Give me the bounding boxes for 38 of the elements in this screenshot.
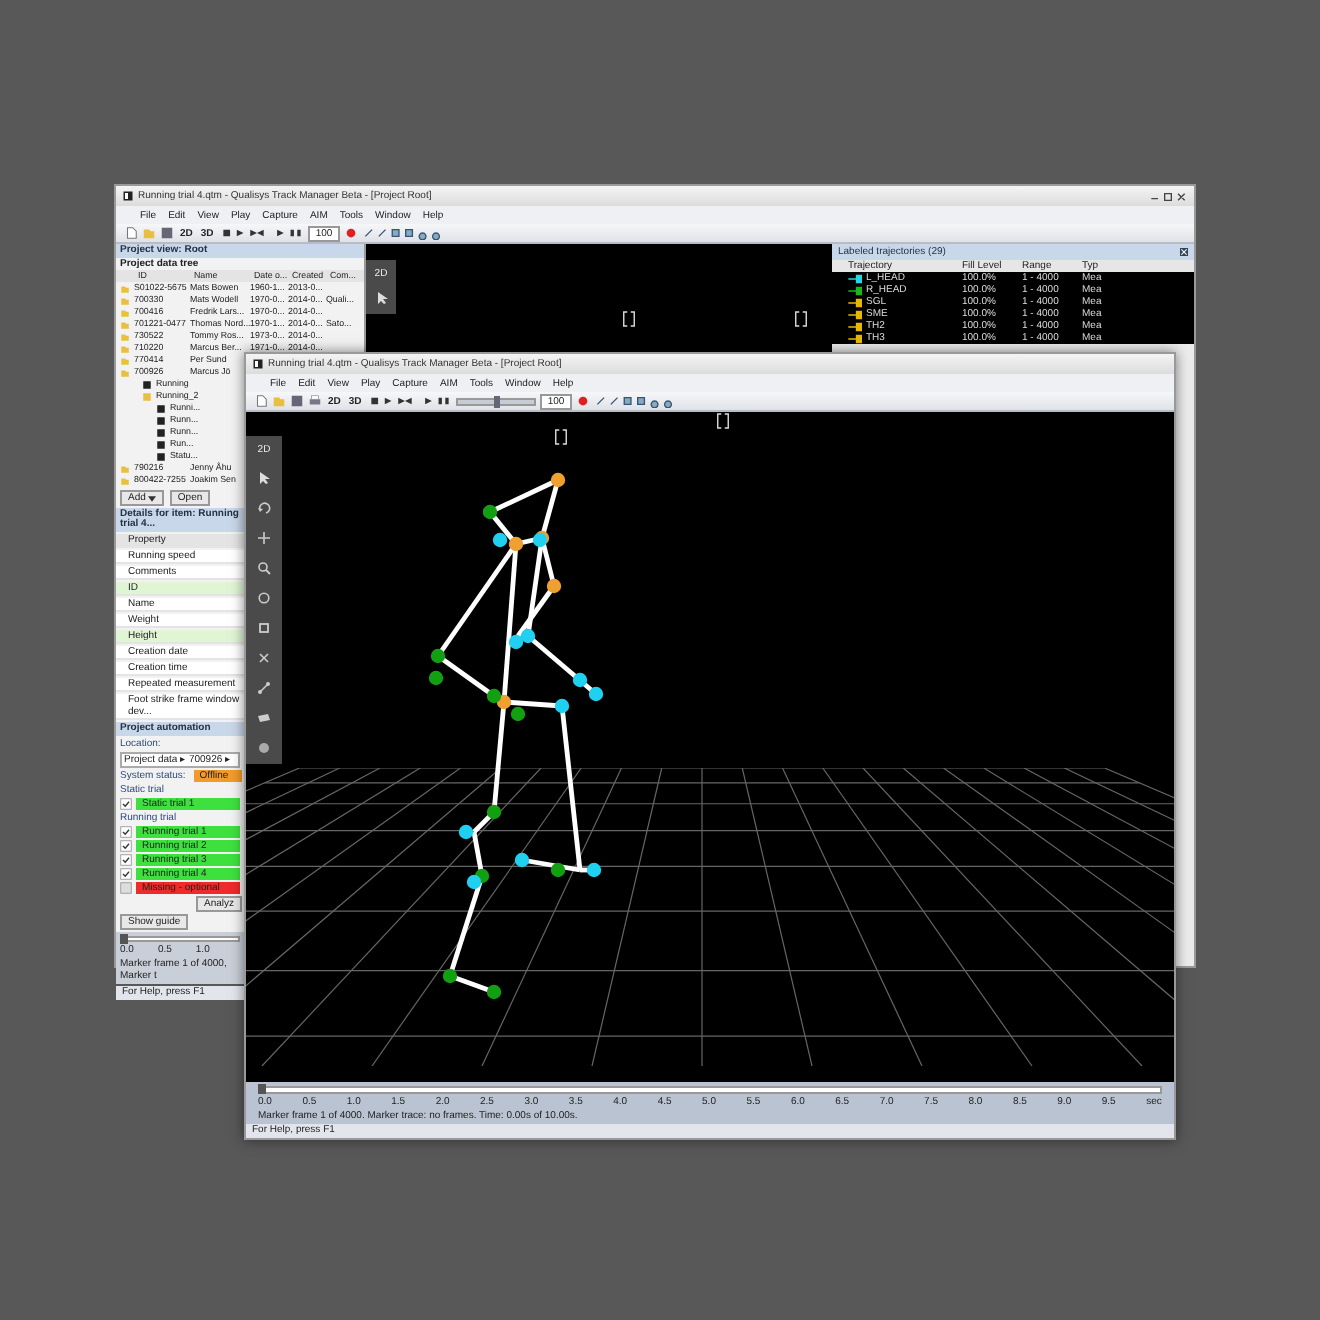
save-icon[interactable] bbox=[290, 394, 304, 408]
checkbox[interactable] bbox=[120, 840, 132, 852]
bracket-icon bbox=[794, 310, 808, 328]
checkbox[interactable] bbox=[120, 868, 132, 880]
bone-icon[interactable] bbox=[256, 680, 272, 696]
cursor-icon[interactable] bbox=[373, 290, 389, 306]
close-icon[interactable] bbox=[1180, 248, 1188, 256]
rotate-icon[interactable] bbox=[256, 500, 272, 516]
checkbox[interactable] bbox=[120, 826, 132, 838]
checkbox[interactable] bbox=[120, 854, 132, 866]
bracket-icon bbox=[716, 412, 730, 430]
cursor-icon[interactable] bbox=[256, 470, 272, 486]
caret-icon bbox=[147, 495, 156, 501]
timeline-slider[interactable] bbox=[258, 1086, 1162, 1094]
bracket-icon bbox=[622, 310, 636, 328]
cross-icon[interactable] bbox=[256, 650, 272, 666]
slider-thumb[interactable] bbox=[120, 934, 128, 944]
print-icon[interactable] bbox=[308, 394, 322, 408]
save-icon[interactable] bbox=[160, 226, 174, 240]
record-icon[interactable] bbox=[344, 226, 359, 240]
app-icon bbox=[122, 190, 134, 202]
playback-controls-icon[interactable] bbox=[219, 226, 304, 240]
circle-icon[interactable] bbox=[256, 590, 272, 606]
square-icon[interactable] bbox=[256, 620, 272, 636]
timeline-slider[interactable] bbox=[120, 936, 240, 942]
speed-slider[interactable] bbox=[455, 397, 536, 405]
checkbox[interactable] bbox=[120, 798, 132, 810]
playback-controls-icon[interactable] bbox=[367, 394, 452, 408]
window-controls-icon[interactable] bbox=[1148, 189, 1188, 203]
slider-thumb[interactable] bbox=[493, 395, 500, 407]
zoom-icon[interactable] bbox=[256, 560, 272, 576]
record-icon[interactable] bbox=[576, 394, 591, 408]
slider-thumb[interactable] bbox=[258, 1084, 266, 1094]
checkbox[interactable] bbox=[120, 882, 132, 894]
move-icon[interactable] bbox=[256, 530, 272, 546]
app-icon bbox=[252, 358, 264, 370]
dot-icon[interactable] bbox=[256, 740, 272, 756]
bracket-icon bbox=[554, 428, 568, 446]
